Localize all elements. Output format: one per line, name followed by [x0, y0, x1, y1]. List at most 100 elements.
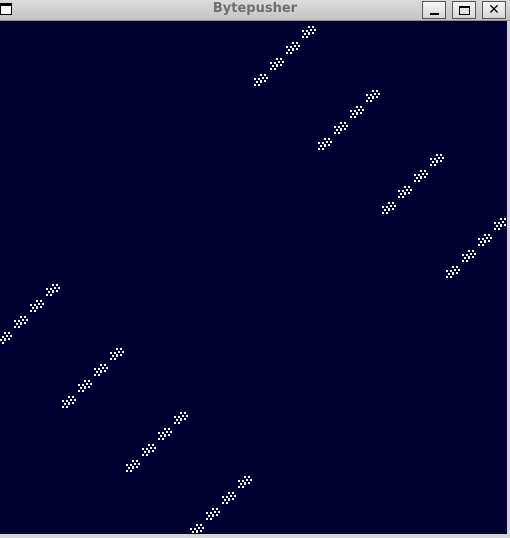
- screen-pixel: [500, 218, 502, 220]
- screen-pixel: [354, 116, 356, 118]
- screen-pixel: [114, 358, 116, 360]
- screen-pixel: [238, 486, 240, 488]
- screen-pixel: [324, 144, 326, 146]
- screen-pixel: [446, 270, 448, 272]
- screen-pixel: [6, 335, 8, 337]
- screen-pixel: [214, 511, 216, 513]
- screen-pixel: [132, 460, 134, 462]
- screen-pixel: [266, 77, 268, 79]
- screen-pixel: [432, 161, 434, 163]
- emulator-screen[interactable]: [0, 21, 507, 534]
- screen-pixel: [398, 190, 400, 192]
- screen-pixel: [368, 97, 370, 99]
- screen-pixel: [54, 287, 56, 289]
- screen-pixel: [454, 269, 456, 271]
- screen-pixel: [270, 68, 272, 70]
- screen-pixel: [270, 62, 272, 64]
- screen-pixel: [288, 49, 290, 51]
- screen-pixel: [30, 304, 32, 306]
- screen-pixel: [126, 464, 128, 466]
- screen-pixel: [148, 450, 150, 452]
- screen-pixel: [296, 42, 298, 44]
- screen-pixel: [82, 384, 84, 386]
- screen-pixel: [18, 326, 20, 328]
- screen-pixel: [440, 160, 442, 162]
- screen-pixel: [142, 454, 144, 456]
- screen-pixel: [336, 129, 338, 131]
- screen-pixel: [194, 528, 196, 530]
- screen-pixel: [350, 110, 352, 112]
- screen-pixel: [404, 186, 406, 188]
- screen-pixel: [486, 237, 488, 239]
- screen-pixel: [278, 61, 280, 63]
- close-button[interactable]: ✕: [482, 1, 506, 19]
- screen-pixel: [110, 352, 112, 354]
- screen-pixel: [310, 29, 312, 31]
- screen-pixel: [148, 444, 150, 446]
- screen-pixel: [358, 109, 360, 111]
- screen-pixel: [468, 256, 470, 258]
- screen-pixel: [338, 132, 340, 134]
- screen-pixel: [190, 528, 192, 530]
- screen-pixel: [52, 290, 54, 292]
- screen-pixel: [318, 142, 320, 144]
- screen-pixel: [290, 46, 292, 48]
- screen-pixel: [418, 180, 420, 182]
- screen-pixel: [132, 466, 134, 468]
- screen-pixel: [448, 273, 450, 275]
- screen-pixel: [178, 422, 180, 424]
- screen-pixel: [282, 61, 284, 63]
- screen-pixel: [150, 447, 152, 449]
- screen-pixel: [344, 128, 346, 130]
- maximize-button[interactable]: [452, 1, 476, 19]
- screen-pixel: [504, 218, 506, 220]
- minimize-icon: [429, 12, 439, 15]
- screen-pixel: [314, 29, 316, 31]
- screen-pixel: [70, 399, 72, 401]
- screen-pixel: [174, 422, 176, 424]
- screen-pixel: [416, 177, 418, 179]
- close-icon: ✕: [488, 2, 500, 18]
- screen-pixel: [100, 364, 102, 366]
- screen-pixel: [120, 354, 122, 356]
- screen-pixel: [326, 141, 328, 143]
- screen-pixel: [312, 26, 314, 28]
- screen-pixel: [206, 518, 208, 520]
- screen-pixel: [388, 202, 390, 204]
- screen-pixel: [382, 212, 384, 214]
- screen-pixel: [334, 126, 336, 128]
- screen-pixel: [20, 316, 22, 318]
- screen-pixel: [14, 320, 16, 322]
- screen-pixel: [180, 418, 182, 420]
- screen-pixel: [102, 367, 104, 369]
- screen-pixel: [384, 209, 386, 211]
- minimize-button[interactable]: [422, 1, 446, 19]
- screen-pixel: [216, 508, 218, 510]
- screen-pixel: [366, 94, 368, 96]
- screen-pixel: [56, 290, 58, 292]
- screen-pixel: [146, 454, 148, 456]
- screen-pixel: [78, 384, 80, 386]
- screen-pixel: [10, 335, 12, 337]
- screen-pixel: [470, 253, 472, 255]
- screen-pixel: [32, 307, 34, 309]
- screen-pixel: [450, 270, 452, 272]
- screen-pixel: [354, 110, 356, 112]
- screen-pixel: [196, 524, 198, 526]
- screen-pixel: [100, 370, 102, 372]
- screen-pixel: [174, 416, 176, 418]
- screen-pixel: [472, 250, 474, 252]
- screen-pixel: [230, 495, 232, 497]
- screen-pixel: [372, 90, 374, 92]
- screen-pixel: [64, 403, 66, 405]
- screen-pixel: [222, 496, 224, 498]
- screen-pixel: [168, 428, 170, 430]
- screen-pixel: [430, 158, 432, 160]
- title-bar[interactable]: Bytepusher ✕: [0, 0, 510, 21]
- screen-pixel: [2, 342, 4, 344]
- screen-pixel: [250, 479, 252, 481]
- screen-pixel: [442, 157, 444, 159]
- screen-pixel: [40, 306, 42, 308]
- screen-pixel: [342, 125, 344, 127]
- screen-pixel: [84, 386, 86, 388]
